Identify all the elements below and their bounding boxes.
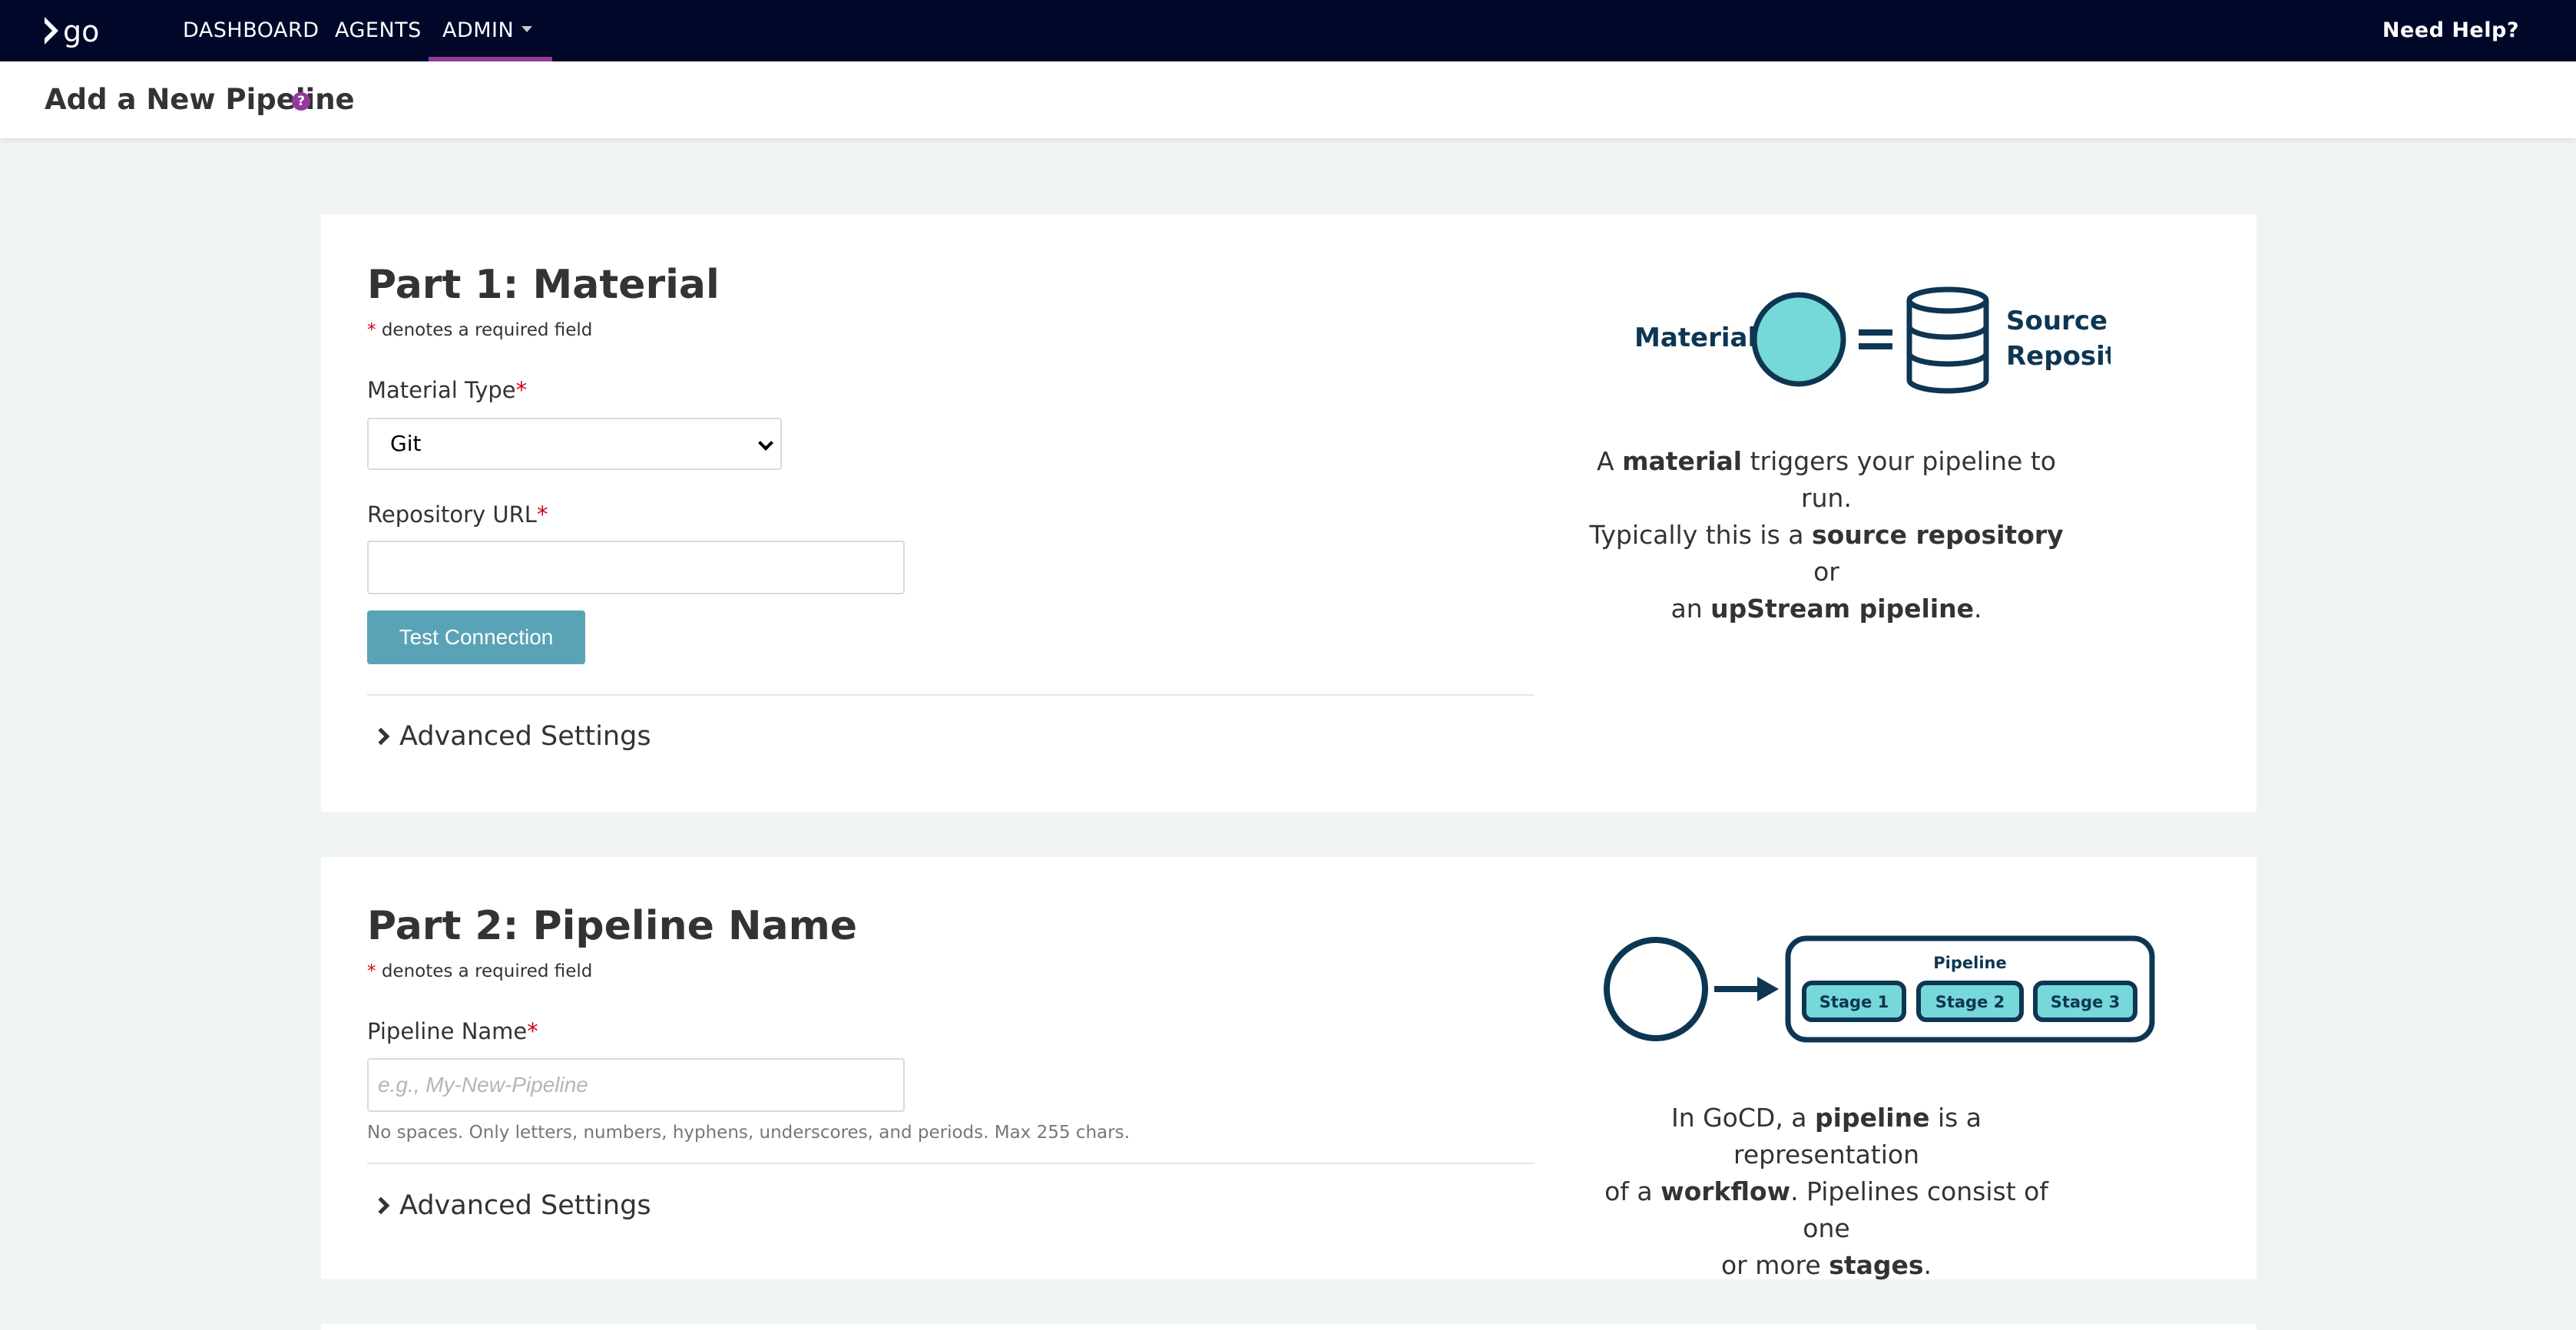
material-type-label: Material Type* — [367, 377, 528, 403]
stage-label: Stage 3 — [2051, 993, 2121, 1011]
material-diagram: Material Source Repository — [1634, 286, 2111, 394]
repository-url-input[interactable] — [367, 541, 905, 594]
pipeline-name-panel: Part 2: Pipeline Name * denotes a requir… — [321, 857, 2256, 1280]
database-icon — [1906, 286, 1989, 394]
pipeline-diagram: Pipeline Stage 1 Stage 2 Stage 3 — [1604, 935, 2155, 1043]
material-type-select[interactable]: Git — [367, 418, 782, 470]
material-circle-icon — [1604, 937, 1708, 1041]
pipeline-description: In GoCD, a pipeline is a representation … — [1604, 1103, 2048, 1280]
source-label: Source — [2006, 306, 2107, 336]
next-panel — [321, 1324, 2256, 1330]
chevron-down-icon — [758, 435, 773, 451]
part2-title: Part 2: Pipeline Name — [367, 903, 858, 949]
pipeline-name-hint: No spaces. Only letters, numbers, hyphen… — [367, 1123, 1130, 1143]
divider — [367, 694, 1535, 696]
part1-title: Part 1: Material — [367, 262, 720, 308]
nav-dashboard[interactable]: DASHBOARD — [183, 0, 320, 61]
advanced-settings-toggle[interactable]: Advanced Settings — [372, 1190, 651, 1221]
pipeline-diagram-label: Pipeline — [1933, 954, 2006, 972]
nav-admin-label: ADMIN — [442, 18, 515, 42]
material-panel: Part 1: Material * denotes a required fi… — [321, 214, 2256, 812]
nav-admin-menu[interactable]: ADMIN — [429, 0, 552, 61]
need-help-link[interactable]: Need Help? — [2382, 0, 2519, 61]
equals-icon — [1859, 329, 1892, 336]
go-logo-icon: go — [45, 15, 99, 48]
divider — [367, 1163, 1535, 1164]
chevron-right-icon — [372, 1196, 390, 1215]
caret-down-icon — [521, 25, 533, 32]
repository-url-label: Repository URL* — [367, 501, 548, 528]
test-connection-button[interactable]: Test Connection — [367, 610, 585, 664]
advanced-settings-toggle[interactable]: Advanced Settings — [372, 721, 651, 752]
required-note: * denotes a required field — [367, 961, 593, 981]
pipeline-name-input[interactable]: e.g., My-New-Pipeline — [367, 1058, 905, 1112]
material-description: A material triggers your pipeline to run… — [1589, 446, 2064, 624]
chevron-right-icon — [372, 727, 390, 746]
required-note: * denotes a required field — [367, 320, 593, 340]
page-header: Add a New Pipeline ? — [0, 61, 2576, 138]
gocd-logo[interactable]: go — [41, 12, 111, 49]
top-nav: go DASHBOARD AGENTS ADMIN Need Help? — [0, 0, 2576, 61]
svg-text:go: go — [63, 15, 99, 48]
pipeline-name-label: Pipeline Name* — [367, 1018, 538, 1044]
nav-agents[interactable]: AGENTS — [335, 0, 422, 61]
stage-label: Stage 1 — [1819, 993, 1889, 1011]
help-circle-icon[interactable]: ? — [292, 92, 310, 111]
repository-label: Repository — [2006, 341, 2111, 372]
stage-label: Stage 2 — [1935, 993, 2005, 1011]
material-diagram-label: Material — [1634, 323, 1757, 353]
material-circle-icon — [1751, 292, 1846, 387]
